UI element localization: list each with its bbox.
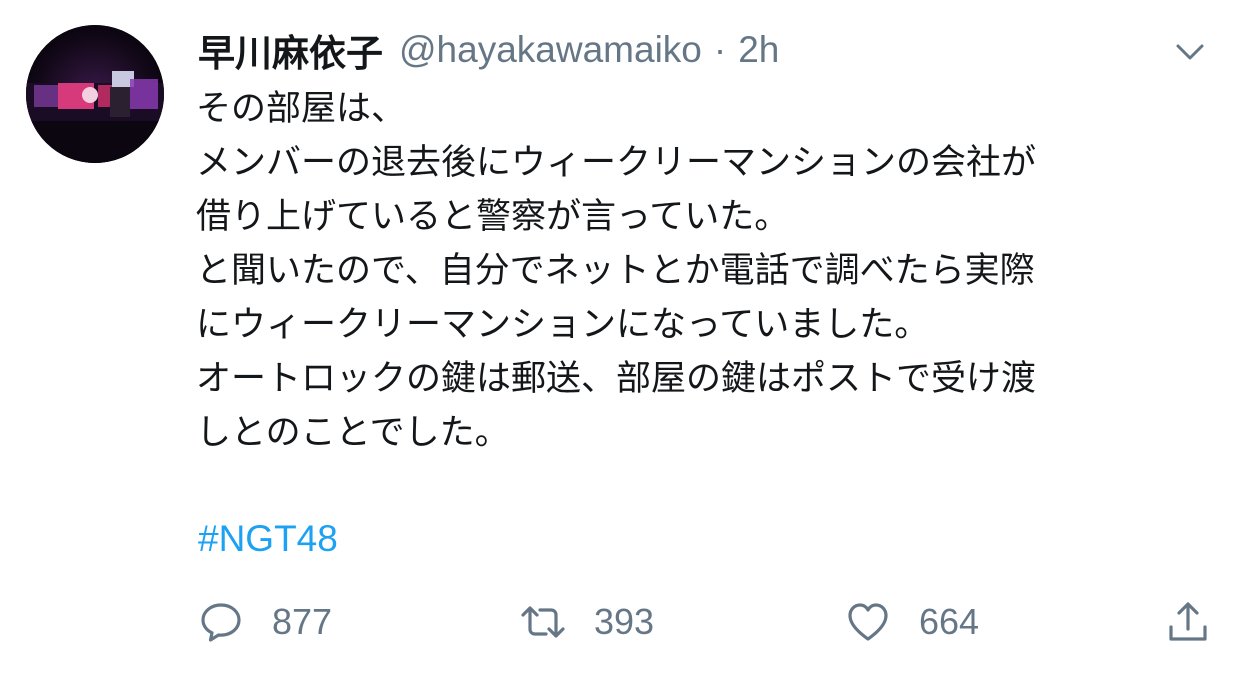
display-name[interactable]: 早川麻依子 (198, 23, 383, 77)
tweet-text-line: にウィークリーマンションになっていました。 (196, 305, 930, 345)
avatar[interactable] (26, 25, 164, 163)
tweet-text-line: メンバーの退去後にウィークリーマンションの会社が (196, 143, 1037, 183)
tweet-text-line: と聞いたので、自分でネットとか電話で調べたら実際 (196, 251, 1035, 291)
avatar-image (26, 25, 164, 163)
tweet-text-line: 借り上げていると警察が言っていた。 (196, 197, 790, 237)
separator-dot: · (713, 29, 727, 70)
heart-icon (845, 599, 891, 645)
reply-button[interactable]: 877 (198, 596, 332, 648)
tweet-text-line: その部屋は、 (196, 89, 407, 129)
tweet-text-line: しとのことでした。 (196, 413, 510, 453)
user-handle[interactable]: @hayakawamaiko (399, 29, 702, 71)
retweet-button[interactable]: 393 (520, 596, 654, 648)
tweet-time[interactable]: 2h (738, 29, 779, 71)
share-button[interactable] (1165, 596, 1211, 648)
tweet-text-line: オートロックの鍵は郵送、部屋の鍵はポストで受け渡 (196, 359, 1037, 399)
hashtag-link[interactable]: #NGT48 (198, 518, 338, 560)
share-icon (1165, 599, 1211, 645)
tweet: 早川麻依子 @hayakawamaiko · 2h その部屋は、 メンバーの退去… (0, 0, 1242, 679)
chevron-down-icon (1176, 44, 1204, 60)
retweet-icon (520, 599, 566, 645)
tweet-menu-button[interactable] (1170, 36, 1210, 66)
like-count: 664 (919, 601, 980, 642)
like-button[interactable]: 664 (845, 596, 979, 648)
reply-count: 877 (272, 601, 333, 642)
tweet-header: 早川麻依子 @hayakawamaiko · 2h (198, 22, 779, 78)
retweet-count: 393 (594, 601, 655, 642)
tweet-text: その部屋は、 メンバーの退去後にウィークリーマンションの会社が 借り上げていると… (196, 82, 1216, 460)
reply-icon (198, 599, 244, 645)
tweet-actions: 877 393 664 (0, 596, 1242, 648)
